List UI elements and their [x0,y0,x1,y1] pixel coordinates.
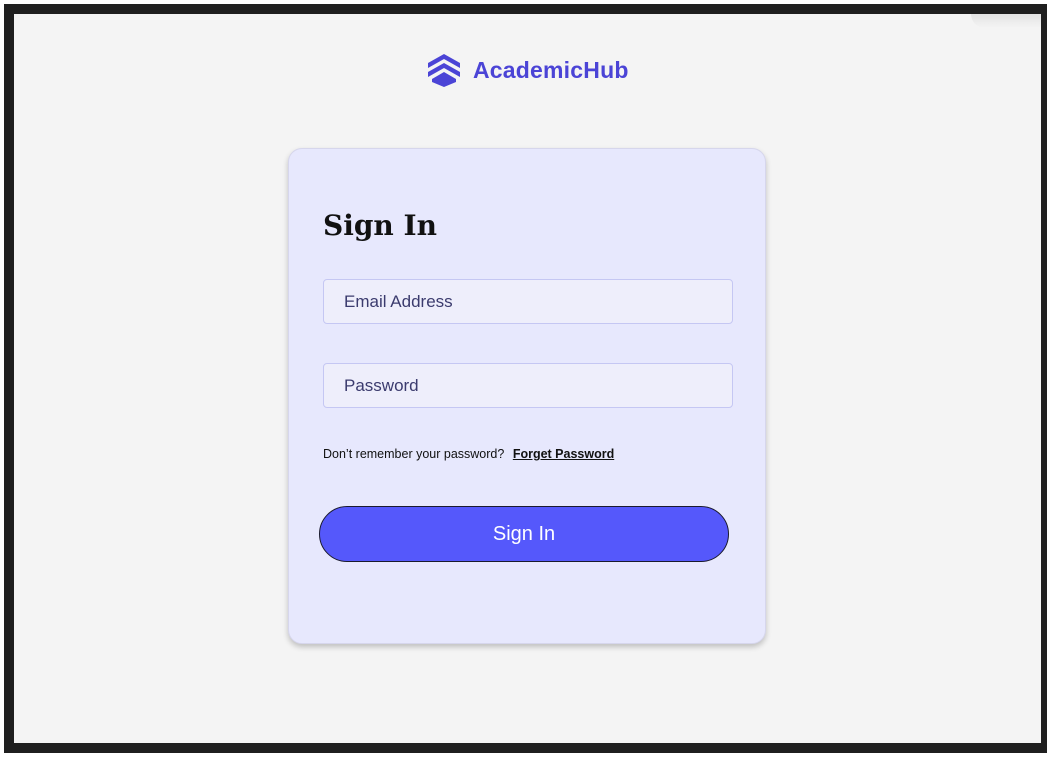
page-title: Sign In [323,209,437,242]
brand-name: AcademicHub [473,56,629,83]
sign-in-button[interactable]: Sign In [319,506,729,562]
email-field[interactable] [323,279,733,324]
forgot-password-link[interactable]: Forget Password [513,447,614,461]
corner-shadow [971,14,1041,28]
app-window: AcademicHub Sign In Don’t remember your … [4,4,1047,753]
forgot-password-row: Don’t remember your password? Forget Pas… [323,447,614,461]
password-field[interactable] [323,363,733,408]
brand-logo[interactable]: AcademicHub [425,52,629,88]
stacked-chevrons-icon [428,54,460,87]
forgot-password-prompt: Don’t remember your password? [323,447,505,461]
sign-in-card: Sign In Don’t remember your password? Fo… [288,148,766,644]
